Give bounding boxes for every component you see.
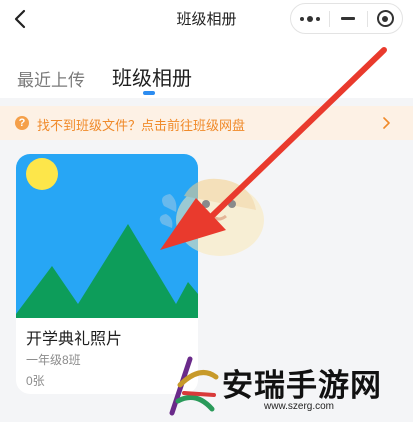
more-button[interactable] (291, 4, 329, 33)
minimize-button[interactable] (329, 4, 367, 33)
tab-class-album[interactable]: 班级相册 (112, 62, 192, 91)
active-tab-indicator (143, 91, 155, 95)
more-dots-icon (300, 15, 320, 22)
album-class-name: 一年级8班 (26, 353, 81, 367)
mascot-bird-icon (159, 178, 264, 256)
watermark-url: www.szerg.com (264, 401, 335, 412)
question-circle-icon: ? (15, 116, 29, 130)
chevron-right-icon (383, 117, 390, 129)
navbar: 班级相册 (0, 0, 413, 40)
netdisk-notice-banner[interactable]: ? 找不到班级文件？点击前往班级网盘 (0, 106, 413, 140)
close-button[interactable] (366, 4, 404, 33)
mini-program-capsule (290, 3, 403, 34)
tab-recent-uploads[interactable]: 最近上传 (17, 66, 85, 91)
minus-icon (341, 17, 355, 20)
anrui-logo-icon (169, 356, 219, 416)
album-photo-count: 0张 (26, 374, 45, 388)
tab-bar: 最近上传 班级相册 (0, 40, 413, 98)
watermark-title: 安瑞手游网 (222, 368, 382, 404)
notice-text: 找不到班级文件？点击前往班级网盘 (37, 118, 246, 133)
target-circle-icon (376, 10, 394, 27)
album-title: 开学典礼照片 (26, 331, 123, 348)
